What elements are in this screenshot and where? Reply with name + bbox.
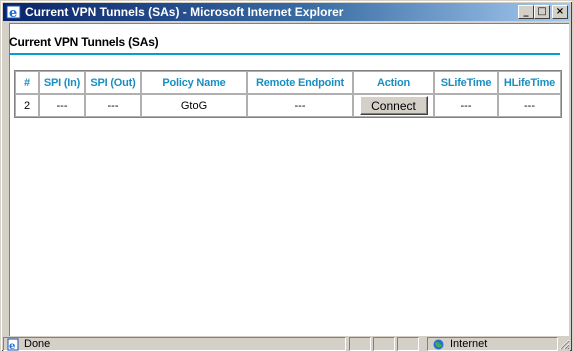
cell-remote-endpoint: --- (247, 94, 353, 117)
ie-logo-icon: e (6, 5, 21, 20)
status-pane-blank (349, 337, 371, 351)
svg-text:e: e (9, 6, 17, 20)
cell-slifetime: --- (434, 94, 498, 117)
title-bar[interactable]: e Current VPN Tunnels (SAs) - Microsoft … (3, 3, 570, 21)
zone-pane[interactable]: Internet (427, 337, 558, 351)
svg-text:e: e (9, 341, 15, 351)
cell-policy-name: GtoG (141, 94, 247, 117)
close-button[interactable]: × (552, 5, 568, 19)
zone-text: Internet (450, 338, 488, 350)
vpn-tunnels-table: # SPI (In) SPI (Out) Policy Name Remote … (14, 70, 562, 118)
cell-num: 2 (15, 94, 39, 117)
cell-spi-out: --- (85, 94, 141, 117)
header-spi-out: SPI (Out) (85, 71, 141, 94)
header-policy-name: Policy Name (141, 71, 247, 94)
header-action: Action (353, 71, 434, 94)
page-title: Current VPN Tunnels (SAs) (9, 35, 159, 49)
header-spi-in: SPI (In) (39, 71, 85, 94)
header-num: # (15, 71, 39, 94)
minimize-button[interactable]: _ (518, 5, 534, 19)
ie-page-icon: e (7, 338, 19, 351)
table-header-row: # SPI (In) SPI (Out) Policy Name Remote … (15, 71, 561, 94)
maximize-icon: □ (537, 6, 547, 17)
header-slifetime: SLifeTime (434, 71, 498, 94)
caption-buttons: _ □ × (518, 5, 568, 19)
browser-window: e Current VPN Tunnels (SAs) - Microsoft … (0, 0, 573, 352)
status-pane-blank (373, 337, 395, 351)
header-hlifetime: HLifeTime (498, 71, 561, 94)
heading-divider (9, 53, 560, 55)
status-pane: e Done (3, 337, 346, 351)
resize-grip-icon[interactable] (557, 337, 570, 351)
minimize-icon: _ (523, 6, 529, 17)
close-icon: × (555, 6, 565, 17)
cell-spi-in: --- (39, 94, 85, 117)
cell-hlifetime: --- (498, 94, 561, 117)
cell-action: Connect (353, 94, 434, 117)
window-title: Current VPN Tunnels (SAs) - Microsoft In… (25, 5, 344, 19)
status-pane-blank (397, 337, 419, 351)
status-bar: e Done Internet (3, 337, 570, 351)
table-row: 2 --- --- GtoG --- Connect --- --- (15, 94, 561, 117)
connect-button[interactable]: Connect (359, 96, 428, 115)
header-remote-endpoint: Remote Endpoint (247, 71, 353, 94)
internet-globe-icon (433, 339, 444, 350)
maximize-button[interactable]: □ (534, 5, 550, 19)
status-text: Done (24, 338, 51, 350)
